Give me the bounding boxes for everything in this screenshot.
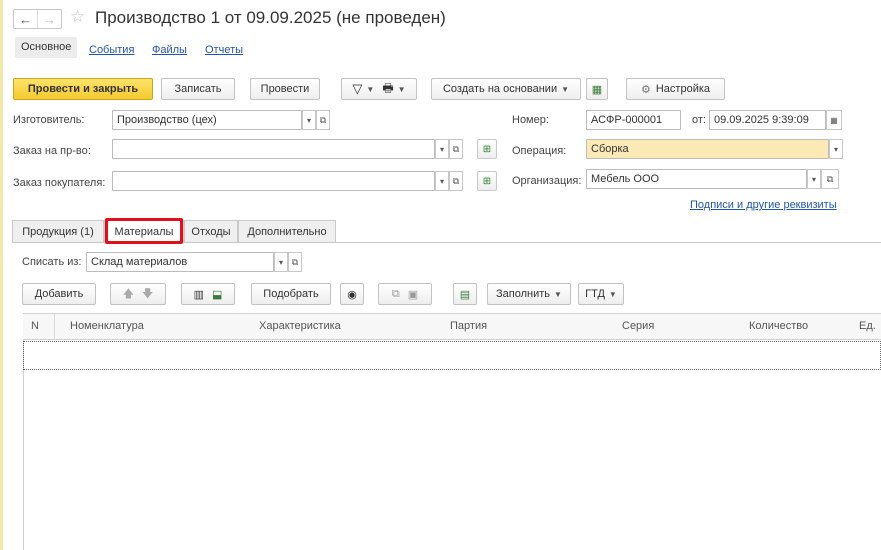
manufacturer-field[interactable]: Производство (цех) (112, 110, 302, 130)
order-label: Заказ на пр-во: (13, 145, 91, 157)
calendar-icon[interactable]: ▦ (826, 110, 842, 130)
operation-label: Операция: (512, 145, 567, 157)
chevron-down-icon: ▼ (561, 84, 570, 94)
tab-additional[interactable]: Дополнительно (238, 220, 336, 242)
number-field[interactable]: АСФР-000001 (586, 110, 681, 130)
customer-order-field[interactable] (112, 171, 435, 191)
favorite-star-icon[interactable]: ☆ (70, 7, 85, 27)
open-icon[interactable]: ⧉ (449, 171, 463, 191)
create-order-icon[interactable]: ⊞ (477, 139, 497, 159)
signatures-link[interactable]: Подписи и другие реквизиты (690, 199, 837, 211)
date-field[interactable]: 09.09.2025 9:39:09 (709, 110, 826, 130)
print-icon[interactable]: 🖶 (382, 79, 393, 100)
report-icon[interactable]: ▦ (586, 78, 608, 100)
dropdown-button[interactable]: ▾ (435, 171, 449, 191)
gtd-button[interactable]: ГТД ▼ (578, 283, 624, 305)
left-edge-bar (0, 0, 3, 550)
tab-products[interactable]: Продукция (1) (12, 220, 104, 242)
open-icon[interactable]: ⧉ (288, 252, 302, 272)
open-icon[interactable]: ⧉ (449, 139, 463, 159)
table-icon[interactable]: ▤ (453, 283, 477, 305)
barcode-buttons: ▥ ⬓ (181, 283, 235, 305)
paste-icon[interactable]: ▣ (408, 288, 418, 301)
dropdown-button[interactable]: ▾ (829, 139, 843, 159)
fill-label: Заполнить (496, 288, 551, 300)
chevron-down-icon: ▼ (397, 84, 406, 94)
filter-print-group: ▽ ▼ 🖶 ▼ (341, 78, 417, 100)
copy-icon[interactable]: ⧉ (392, 288, 400, 301)
column-quantity[interactable]: Количество (749, 320, 808, 332)
column-series[interactable]: Серия (622, 320, 654, 332)
create-based-on-button[interactable]: Создать на основании ▼ (431, 78, 581, 100)
section-files[interactable]: Файлы (152, 44, 187, 56)
manufacturer-label: Изготовитель: (13, 114, 85, 126)
organization-field[interactable]: Мебель ООО (586, 169, 807, 189)
arrow-up-icon[interactable]: 🡅 (123, 285, 134, 304)
dropdown-button[interactable]: ▾ (302, 110, 316, 130)
gtd-label: ГТД (585, 288, 605, 300)
dropdown-button[interactable]: ▾ (435, 139, 449, 159)
page-title: Производство 1 от 09.09.2025 (не проведе… (95, 8, 446, 27)
back-button[interactable]: ← (14, 10, 37, 28)
chevron-down-icon: ▼ (554, 289, 562, 299)
fill-button[interactable]: Заполнить ▼ (487, 283, 571, 305)
copy-paste-buttons: ⧉ ▣ (378, 283, 432, 305)
dropdown-button[interactable]: ▾ (807, 169, 821, 189)
column-unit[interactable]: Ед. (859, 320, 876, 332)
section-reports[interactable]: Отчеты (205, 44, 243, 56)
section-events[interactable]: События (89, 44, 134, 56)
write-off-field[interactable]: Склад материалов (86, 252, 274, 272)
dropdown-button[interactable]: ▾ (274, 252, 288, 272)
order-field[interactable] (112, 139, 435, 159)
settings-button[interactable]: ⚙ Настройка (626, 78, 725, 100)
move-buttons: 🡅 🡇 (110, 283, 166, 305)
barcode-icon[interactable]: ▥ (194, 288, 204, 301)
customer-order-label: Заказ покупателя: (13, 177, 106, 189)
import-icon[interactable]: ⬓ (212, 288, 222, 301)
column-characteristic[interactable]: Характеристика (259, 320, 341, 332)
column-n[interactable]: N (31, 320, 39, 332)
open-icon[interactable]: ⧉ (821, 169, 839, 189)
section-main[interactable]: Основное (15, 37, 78, 58)
operation-field[interactable]: Сборка (586, 139, 829, 159)
chevron-down-icon: ▼ (608, 289, 617, 299)
pick-button[interactable]: Подобрать (251, 283, 331, 305)
save-button[interactable]: Записать (161, 78, 235, 100)
add-button[interactable]: Добавить (22, 283, 96, 305)
column-separator (54, 314, 55, 339)
table-row[interactable] (23, 341, 881, 370)
column-nomenclature[interactable]: Номенклатура (70, 320, 144, 332)
filter-icon[interactable]: ▽ (352, 81, 362, 97)
date-label: от: (692, 114, 706, 126)
eye-icon[interactable]: ◉ (340, 283, 364, 305)
nav-buttons: ← → (13, 9, 62, 29)
write-off-label: Списать из: (22, 256, 82, 268)
create-customer-order-icon[interactable]: ⊞ (477, 171, 497, 191)
settings-label: Настройка (655, 83, 711, 95)
forward-button[interactable]: → (37, 10, 61, 28)
organization-label: Организация: (512, 175, 582, 187)
post-and-close-button[interactable]: Провести и закрыть (13, 78, 153, 100)
arrow-down-icon[interactable]: 🡇 (142, 285, 153, 304)
open-icon[interactable]: ⧉ (316, 110, 330, 130)
number-label: Номер: (512, 114, 549, 126)
post-button[interactable]: Провести (250, 78, 320, 100)
chevron-down-icon: ▼ (366, 84, 375, 94)
column-batch[interactable]: Партия (450, 320, 487, 332)
tab-waste[interactable]: Отходы (184, 220, 238, 242)
create-based-on-label: Создать на основании (442, 83, 558, 95)
highlight-box (105, 218, 183, 244)
gear-icon: ⚙ (640, 83, 651, 96)
